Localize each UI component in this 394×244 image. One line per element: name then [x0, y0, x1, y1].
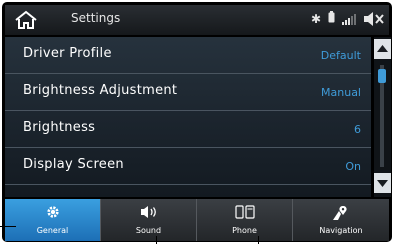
tab-label: Sound	[135, 226, 162, 235]
callout-tick	[156, 236, 157, 244]
phone-icon	[197, 205, 292, 223]
home-button[interactable]	[11, 9, 41, 31]
setting-label: Brightness Adjustment	[23, 83, 178, 98]
gear-icon	[5, 205, 100, 223]
scroll-up-button[interactable]	[374, 39, 391, 59]
status-bar: Settings ✱	[5, 5, 389, 35]
bottom-tab-bar: General Sound Phone Navigation	[5, 199, 389, 241]
setting-label: Driver Profile	[23, 46, 112, 61]
arrow-down-icon	[377, 180, 388, 187]
scrollbar[interactable]	[374, 37, 391, 197]
tab-sound[interactable]: Sound	[101, 199, 197, 241]
tab-phone[interactable]: Phone	[197, 199, 293, 241]
setting-label: Display Screen	[23, 157, 124, 172]
mute-button[interactable]	[363, 11, 385, 26]
home-icon	[15, 10, 37, 29]
tab-navigation[interactable]: Navigation	[293, 199, 389, 241]
setting-value: Default	[320, 49, 361, 62]
settings-list: Driver Profile Default Brightness Adjust…	[5, 37, 371, 197]
setting-value: On	[345, 160, 361, 173]
setting-row-brightness-adjustment[interactable]: Brightness Adjustment Manual	[5, 74, 371, 111]
scroll-thumb[interactable]	[378, 69, 386, 83]
scroll-down-button[interactable]	[374, 173, 391, 193]
tab-general[interactable]: General	[5, 199, 101, 241]
navigation-icon	[293, 205, 389, 225]
phone-battery-icon	[328, 11, 335, 26]
setting-row-driver-profile[interactable]: Driver Profile Default	[5, 37, 371, 74]
bluetooth-icon: ✱	[310, 11, 321, 26]
setting-value: 6	[354, 123, 361, 136]
page-title: Settings	[71, 11, 121, 25]
signal-icon	[342, 13, 356, 25]
arrow-up-icon	[377, 45, 388, 52]
speaker-mute-icon	[364, 11, 384, 26]
infotainment-screen: Settings ✱ Driver Profile Default Bright…	[2, 2, 392, 242]
setting-row-brightness[interactable]: Brightness 6	[5, 111, 371, 148]
setting-label: Brightness	[23, 120, 96, 135]
status-icons: ✱	[311, 11, 385, 26]
tab-label: Navigation	[319, 226, 363, 235]
setting-value: Manual	[321, 86, 361, 99]
setting-row-display-screen[interactable]: Display Screen On	[5, 148, 371, 185]
callout-line	[0, 226, 16, 227]
callout-tick	[258, 236, 259, 244]
tab-label: Phone	[232, 226, 257, 235]
tab-label: General	[36, 226, 69, 235]
speaker-icon	[101, 205, 196, 223]
